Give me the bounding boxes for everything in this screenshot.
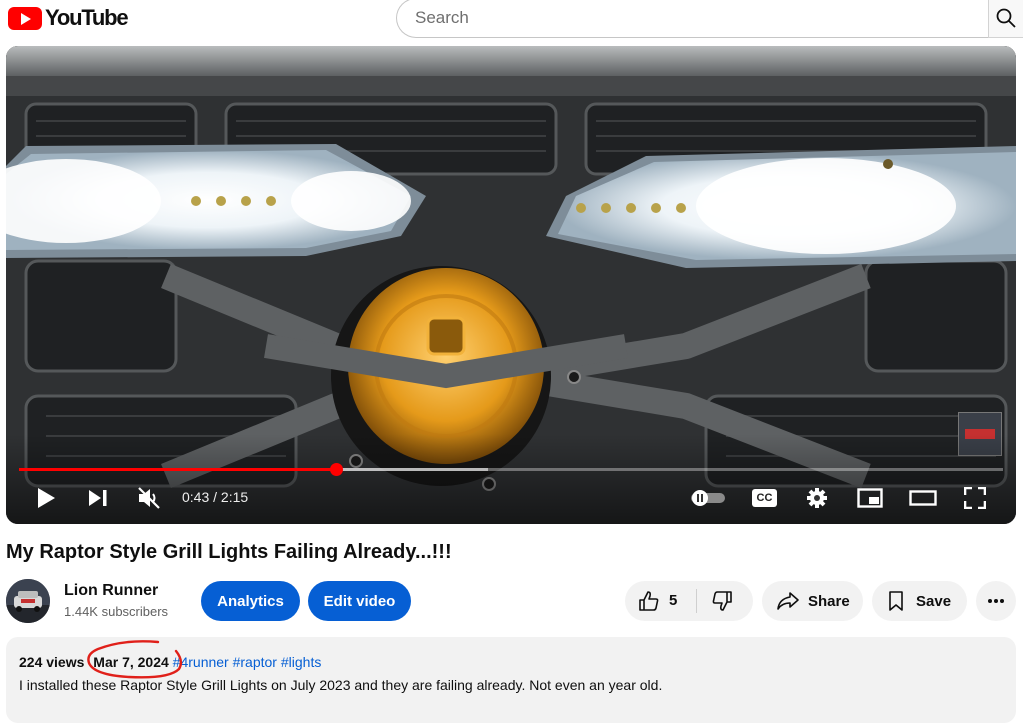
channel-avatar[interactable] xyxy=(6,579,50,623)
hashtag-link[interactable]: #lights xyxy=(281,654,321,670)
save-button[interactable]: Save xyxy=(872,581,967,621)
top-bar: YouTube Search xyxy=(0,0,1023,40)
progress-bar[interactable] xyxy=(19,463,1003,476)
more-actions-button[interactable] xyxy=(976,581,1016,621)
edit-video-label: Edit video xyxy=(323,592,396,610)
youtube-play-icon xyxy=(8,6,42,30)
analytics-button[interactable]: Analytics xyxy=(201,581,300,621)
duration: 2:15 xyxy=(220,489,249,505)
like-count: 5 xyxy=(669,592,678,609)
youtube-logo[interactable]: YouTube xyxy=(8,5,129,31)
share-label: Share xyxy=(808,592,850,610)
theater-mode-icon[interactable] xyxy=(909,490,937,506)
save-label: Save xyxy=(916,592,952,610)
avatar-image xyxy=(6,579,50,623)
captions-icon[interactable]: CC xyxy=(752,489,777,507)
autoplay-toggle[interactable] xyxy=(690,489,726,507)
fullscreen-icon[interactable] xyxy=(964,487,986,509)
logo-text: YouTube xyxy=(45,5,129,30)
view-count: 224 views xyxy=(19,654,85,670)
video-player[interactable]: 0:43 / 2:15 CC xyxy=(6,46,1016,524)
search-button[interactable] xyxy=(988,0,1023,38)
muted-volume-icon[interactable] xyxy=(137,487,161,509)
progress-played xyxy=(19,468,336,471)
captions-label: CC xyxy=(756,492,773,504)
like-divider xyxy=(696,589,697,613)
more-horizontal-icon xyxy=(988,599,1004,603)
bookmark-icon xyxy=(889,591,903,611)
current-time: 0:43 xyxy=(182,489,210,505)
thumbs-up-icon[interactable] xyxy=(638,590,660,612)
thumbs-down-icon[interactable] xyxy=(711,590,733,612)
play-icon[interactable] xyxy=(36,487,56,509)
subscriber-count: 1.44K subscribers xyxy=(64,604,169,619)
settings-gear-icon[interactable] xyxy=(806,487,828,509)
search-placeholder: Search xyxy=(415,8,469,27)
controls-gradient xyxy=(6,434,1016,524)
channel-name[interactable]: Lion Runner xyxy=(64,582,158,600)
date-annotation-circle xyxy=(87,640,183,679)
scrubber-handle[interactable] xyxy=(329,463,343,476)
edit-video-button[interactable]: Edit video xyxy=(308,581,411,621)
video-title: My Raptor Style Grill Lights Failing Alr… xyxy=(6,541,452,563)
miniplayer-icon[interactable] xyxy=(857,488,883,508)
search-icon xyxy=(996,8,1016,28)
time-display: 0:43 / 2:15 xyxy=(182,489,248,505)
time-separator: / xyxy=(213,489,218,505)
share-button[interactable]: Share xyxy=(762,581,863,621)
analytics-label: Analytics xyxy=(217,592,284,610)
share-icon xyxy=(777,592,799,610)
search-input[interactable]: Search xyxy=(396,0,988,38)
next-icon[interactable] xyxy=(88,489,108,507)
hashtag-link[interactable]: #raptor xyxy=(233,654,277,670)
